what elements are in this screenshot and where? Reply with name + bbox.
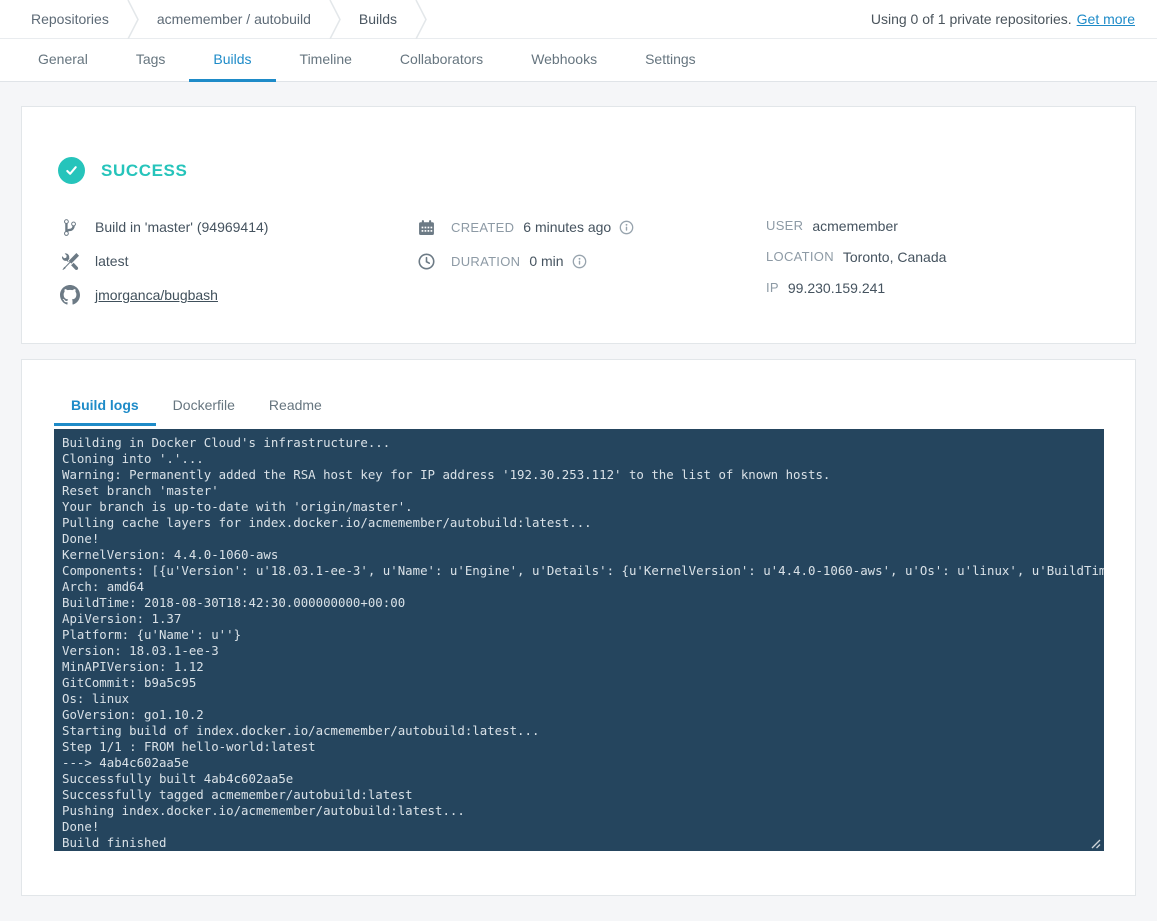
build-user-column: USER acmemember LOCATION Toronto, Canada…	[766, 210, 1099, 312]
repo-tab-bar: General Tags Builds Timeline Collaborato…	[0, 39, 1157, 82]
source-repo-link[interactable]: jmorganca/bugbash	[95, 287, 218, 303]
calendar-icon	[414, 219, 438, 236]
tab-general[interactable]: General	[14, 39, 112, 82]
build-branch-label: Build in 'master' (94969414)	[95, 219, 268, 235]
private-repo-usage-text: Using 0 of 1 private repositories.	[871, 11, 1072, 27]
breadcrumb-builds[interactable]: Builds	[359, 0, 397, 39]
build-branch-row: Build in 'master' (94969414)	[58, 210, 414, 244]
tab-build-logs[interactable]: Build logs	[54, 386, 156, 426]
tab-readme[interactable]: Readme	[252, 386, 339, 426]
info-icon[interactable]	[619, 220, 634, 235]
build-tag-label: latest	[95, 253, 128, 269]
tab-timeline[interactable]: Timeline	[276, 39, 376, 82]
wrench-icon	[58, 253, 82, 270]
ip-value: 99.230.159.241	[788, 280, 885, 296]
build-times-column: CREATED 6 minutes ago DURATION 0 min	[414, 210, 766, 312]
breadcrumb-repository[interactable]: acmemember / autobuild	[157, 0, 311, 39]
tab-dockerfile[interactable]: Dockerfile	[156, 386, 252, 426]
build-log-output[interactable]: Building in Docker Cloud's infrastructur…	[54, 429, 1104, 851]
breadcrumb-bar: Repositories acmemember / autobuild Buil…	[0, 0, 1157, 39]
created-row: CREATED 6 minutes ago	[414, 210, 766, 244]
tab-builds[interactable]: Builds	[189, 39, 275, 82]
status-badge: SUCCESS	[101, 161, 187, 181]
chevron-separator-icon	[329, 0, 341, 39]
git-branch-icon	[58, 218, 82, 237]
location-row: LOCATION Toronto, Canada	[766, 241, 1099, 272]
created-label: CREATED	[451, 220, 514, 235]
build-logs-card: Build logs Dockerfile Readme Building in…	[21, 359, 1136, 896]
log-tab-bar: Build logs Dockerfile Readme	[54, 386, 1103, 426]
duration-value: 0 min	[529, 253, 563, 269]
main-content: SUCCESS Build in 'master' (94969414) lat…	[0, 82, 1157, 914]
breadcrumb: Repositories acmemember / autobuild Buil…	[31, 0, 445, 38]
build-status-row: SUCCESS	[58, 157, 1099, 184]
source-repo-row: jmorganca/bugbash	[58, 278, 414, 312]
chevron-separator-icon	[127, 0, 139, 39]
duration-row: DURATION 0 min	[414, 244, 766, 278]
breadcrumb-repositories[interactable]: Repositories	[31, 0, 109, 39]
get-more-link[interactable]: Get more	[1077, 11, 1135, 27]
duration-label: DURATION	[451, 254, 520, 269]
build-source-column: Build in 'master' (94969414) latest jmor…	[58, 210, 414, 312]
chevron-separator-icon	[415, 0, 427, 39]
tab-webhooks[interactable]: Webhooks	[507, 39, 621, 82]
build-tag-row: latest	[58, 244, 414, 278]
ip-row: IP 99.230.159.241	[766, 272, 1099, 303]
github-icon	[58, 285, 82, 305]
created-value: 6 minutes ago	[523, 219, 611, 235]
tab-settings[interactable]: Settings	[621, 39, 720, 82]
ip-label: IP	[766, 280, 779, 295]
location-label: LOCATION	[766, 249, 834, 264]
user-label: USER	[766, 218, 803, 233]
success-check-icon	[58, 157, 85, 184]
user-row: USER acmemember	[766, 210, 1099, 241]
location-value: Toronto, Canada	[843, 249, 947, 265]
tab-collaborators[interactable]: Collaborators	[376, 39, 507, 82]
clock-icon	[414, 253, 438, 270]
build-info-grid: Build in 'master' (94969414) latest jmor…	[58, 210, 1099, 312]
build-summary-card: SUCCESS Build in 'master' (94969414) lat…	[21, 106, 1136, 344]
user-value: acmemember	[812, 218, 898, 234]
info-icon[interactable]	[572, 254, 587, 269]
tab-tags[interactable]: Tags	[112, 39, 190, 82]
log-output-wrap: Building in Docker Cloud's infrastructur…	[54, 429, 1103, 851]
resize-handle-icon[interactable]	[1090, 838, 1101, 849]
